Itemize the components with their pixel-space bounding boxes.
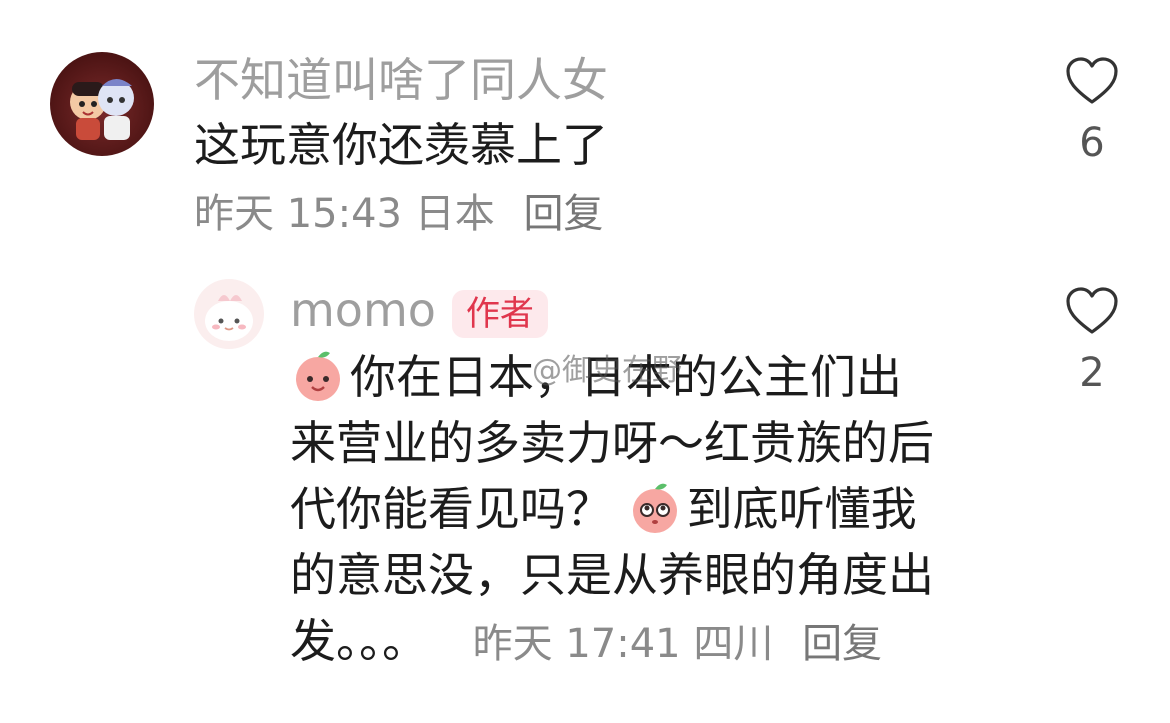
comment-time: 昨天 15:43 [194,191,402,237]
comment-time: 昨天 17:41 [472,621,681,667]
avatar[interactable] [194,279,264,349]
peach-emoji-icon [290,347,346,403]
reply-username[interactable]: momo [290,283,436,337]
comment-meta: 昨天 15:43 日本 回复 [194,189,603,239]
reply-button[interactable]: 回复 [523,191,603,237]
reply-text-part: 代你能看见吗？ [290,482,612,536]
like-count: 2 [1079,350,1105,396]
comment-username[interactable]: 不知道叫啥了同人女 [194,52,608,108]
reply-text-part: 发。。。 [290,614,428,668]
reply-text: 你在日本，日本的公主们出 来营业的多卖力呀～红贵族的后 代你能看见吗？ 到底听懂… [290,344,1030,674]
comment-location: 四川 [693,621,774,667]
avatar-illustration [70,79,134,140]
watermark: @御史在野 [532,353,682,388]
comment-text: 这玩意你还羡慕上了 [194,118,608,172]
reply-meta: 昨天 17:41 四川 回复 [473,621,882,667]
avatar-illustration [205,295,253,341]
heart-outline-icon[interactable] [1064,55,1120,107]
peach-emoji-icon [627,479,683,535]
comment-location: 日本 [414,191,495,237]
avatar[interactable] [50,52,154,156]
like-count: 6 [1079,120,1105,166]
heart-outline-icon[interactable] [1064,285,1120,337]
reply-text-line: 代你能看见吗？ 到底听懂我 [290,476,1030,542]
reply-text-line: 发。。。 昨天 17:41 四川 回复 [290,608,1030,674]
reply-text-part: 到底听懂我 [686,482,917,536]
reply-text-line: 来营业的多卖力呀～红贵族的后 [290,416,934,470]
reply-text-line: 的意思没，只是从养眼的角度出 [290,548,934,602]
reply-button[interactable]: 回复 [802,621,882,667]
reply-author-row: momo 作者 [290,282,548,338]
author-badge: 作者 [451,289,548,338]
